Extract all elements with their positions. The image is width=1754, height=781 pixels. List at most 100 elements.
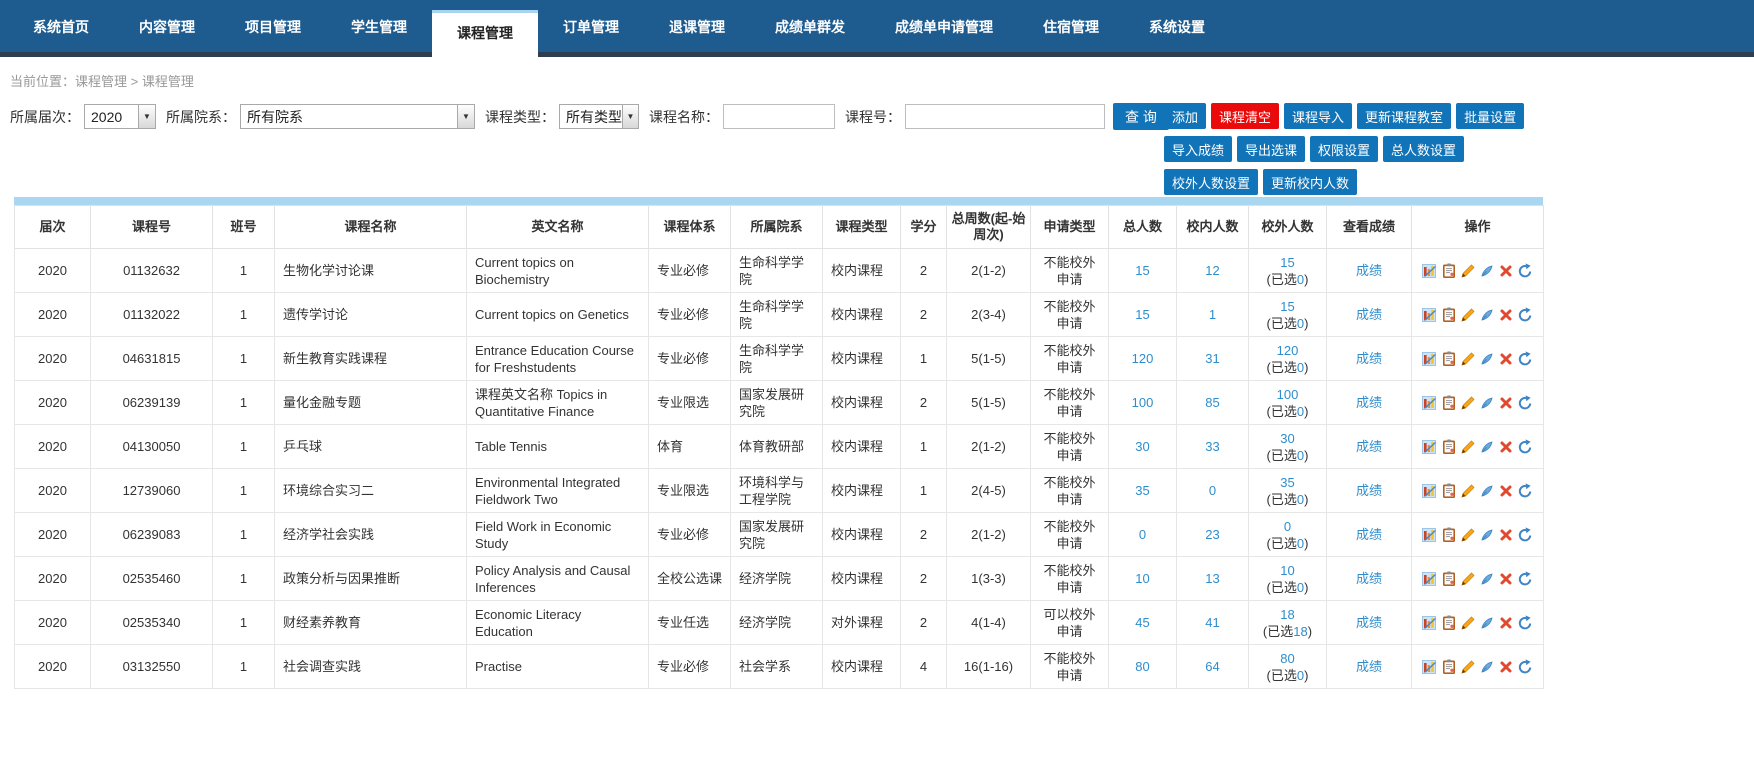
selected-count-link[interactable]: 18 [1293, 624, 1307, 639]
nav-tab-settings[interactable]: 系统设置 [1124, 0, 1230, 52]
refresh-icon[interactable] [1517, 615, 1533, 631]
score-link[interactable]: 成绩 [1356, 263, 1382, 278]
external-capacity-button[interactable]: 校外人数设置 [1164, 169, 1258, 195]
selected-count-link[interactable]: 0 [1297, 536, 1304, 551]
pen-icon[interactable] [1479, 439, 1495, 455]
total-count-link[interactable]: 100 [1132, 395, 1154, 410]
edit-icon[interactable] [1460, 527, 1476, 543]
report-icon[interactable] [1441, 439, 1457, 455]
import-courses-button[interactable]: 课程导入 [1284, 103, 1352, 129]
edit-icon[interactable] [1460, 659, 1476, 675]
statistics-icon[interactable] [1422, 483, 1438, 499]
pen-icon[interactable] [1479, 527, 1495, 543]
internal-count-link[interactable]: 1 [1209, 307, 1216, 322]
delete-icon[interactable] [1498, 351, 1514, 367]
refresh-icon[interactable] [1517, 527, 1533, 543]
chevron-down-icon[interactable]: ▼ [138, 105, 155, 128]
delete-icon[interactable] [1498, 527, 1514, 543]
selected-count-link[interactable]: 0 [1297, 316, 1304, 331]
internal-count-link[interactable]: 12 [1205, 263, 1219, 278]
selected-count-link[interactable]: 0 [1297, 668, 1304, 683]
selected-count-link[interactable]: 0 [1297, 272, 1304, 287]
score-link[interactable]: 成绩 [1356, 659, 1382, 674]
report-icon[interactable] [1441, 307, 1457, 323]
internal-count-link[interactable]: 13 [1205, 571, 1219, 586]
nav-tab-student[interactable]: 学生管理 [326, 0, 432, 52]
refresh-icon[interactable] [1517, 439, 1533, 455]
delete-icon[interactable] [1498, 571, 1514, 587]
edit-icon[interactable] [1460, 571, 1476, 587]
internal-count-link[interactable]: 85 [1205, 395, 1219, 410]
search-button[interactable]: 查 询 [1113, 103, 1169, 130]
nav-tab-course-drop[interactable]: 退课管理 [644, 0, 750, 52]
score-link[interactable]: 成绩 [1356, 615, 1382, 630]
clear-courses-button[interactable]: 课程清空 [1211, 103, 1279, 129]
chevron-down-icon[interactable]: ▼ [457, 105, 474, 128]
score-link[interactable]: 成绩 [1356, 395, 1382, 410]
batch-settings-button[interactable]: 批量设置 [1456, 103, 1524, 129]
total-count-link[interactable]: 80 [1135, 659, 1149, 674]
delete-icon[interactable] [1498, 395, 1514, 411]
report-icon[interactable] [1441, 351, 1457, 367]
statistics-icon[interactable] [1422, 659, 1438, 675]
nav-tab-accommodation[interactable]: 住宿管理 [1018, 0, 1124, 52]
internal-count-link[interactable]: 41 [1205, 615, 1219, 630]
total-count-link[interactable]: 35 [1135, 483, 1149, 498]
total-capacity-button[interactable]: 总人数设置 [1383, 136, 1464, 162]
delete-icon[interactable] [1498, 439, 1514, 455]
score-link[interactable]: 成绩 [1356, 307, 1382, 322]
report-icon[interactable] [1441, 659, 1457, 675]
internal-count-link[interactable]: 23 [1205, 527, 1219, 542]
refresh-icon[interactable] [1517, 395, 1533, 411]
import-scores-button[interactable]: 导入成绩 [1164, 136, 1232, 162]
nav-tab-content[interactable]: 内容管理 [114, 0, 220, 52]
statistics-icon[interactable] [1422, 263, 1438, 279]
chevron-down-icon[interactable]: ▼ [622, 105, 638, 128]
external-count-link[interactable]: 15 [1280, 299, 1294, 314]
statistics-icon[interactable] [1422, 395, 1438, 411]
department-select[interactable]: 所有院系 ▼ [240, 104, 475, 129]
report-icon[interactable] [1441, 571, 1457, 587]
selected-count-link[interactable]: 0 [1297, 404, 1304, 419]
nav-tab-transcript-send[interactable]: 成绩单群发 [750, 0, 870, 52]
total-count-link[interactable]: 15 [1135, 307, 1149, 322]
refresh-icon[interactable] [1517, 307, 1533, 323]
nav-tab-project[interactable]: 项目管理 [220, 0, 326, 52]
report-icon[interactable] [1441, 527, 1457, 543]
report-icon[interactable] [1441, 483, 1457, 499]
edit-icon[interactable] [1460, 307, 1476, 323]
refresh-icon[interactable] [1517, 571, 1533, 587]
pen-icon[interactable] [1479, 263, 1495, 279]
delete-icon[interactable] [1498, 615, 1514, 631]
delete-icon[interactable] [1498, 307, 1514, 323]
report-icon[interactable] [1441, 395, 1457, 411]
delete-icon[interactable] [1498, 263, 1514, 279]
statistics-icon[interactable] [1422, 307, 1438, 323]
pen-icon[interactable] [1479, 483, 1495, 499]
total-count-link[interactable]: 120 [1132, 351, 1154, 366]
external-count-link[interactable]: 0 [1284, 519, 1291, 534]
external-count-link[interactable]: 30 [1280, 431, 1294, 446]
update-classrooms-button[interactable]: 更新课程教室 [1357, 103, 1451, 129]
export-selection-button[interactable]: 导出选课 [1237, 136, 1305, 162]
score-link[interactable]: 成绩 [1356, 571, 1382, 586]
edit-icon[interactable] [1460, 439, 1476, 455]
selected-count-link[interactable]: 0 [1297, 492, 1304, 507]
refresh-icon[interactable] [1517, 351, 1533, 367]
nav-tab-course[interactable]: 课程管理 [432, 10, 538, 57]
selected-count-link[interactable]: 0 [1297, 580, 1304, 595]
update-internal-count-button[interactable]: 更新校内人数 [1263, 169, 1357, 195]
pen-icon[interactable] [1479, 307, 1495, 323]
edit-icon[interactable] [1460, 395, 1476, 411]
refresh-icon[interactable] [1517, 659, 1533, 675]
pen-icon[interactable] [1479, 395, 1495, 411]
external-count-link[interactable]: 120 [1277, 343, 1299, 358]
delete-icon[interactable] [1498, 659, 1514, 675]
external-count-link[interactable]: 15 [1280, 255, 1294, 270]
statistics-icon[interactable] [1422, 615, 1438, 631]
pen-icon[interactable] [1479, 659, 1495, 675]
edit-icon[interactable] [1460, 615, 1476, 631]
pen-icon[interactable] [1479, 615, 1495, 631]
internal-count-link[interactable]: 31 [1205, 351, 1219, 366]
external-count-link[interactable]: 100 [1277, 387, 1299, 402]
